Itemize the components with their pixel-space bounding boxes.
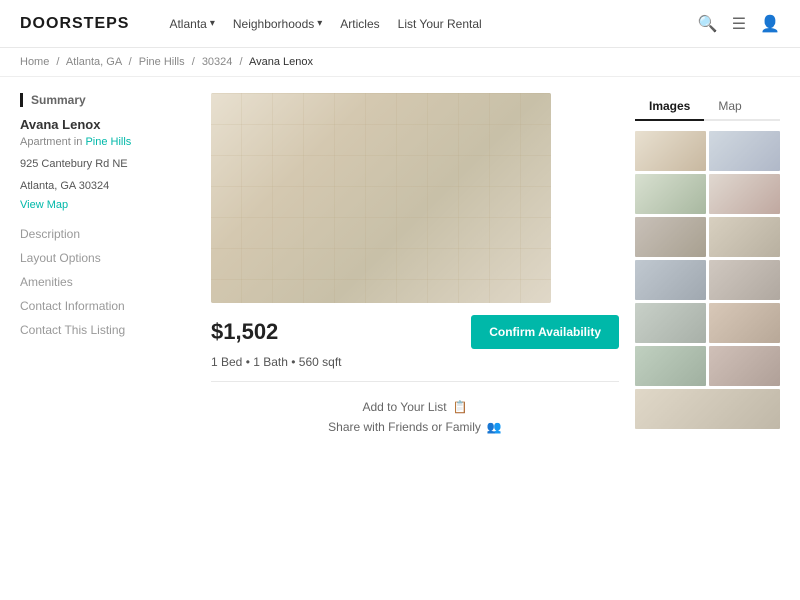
divider-1 [211, 381, 619, 382]
brand-logo[interactable]: DOORSTEPS [20, 15, 129, 33]
thumbnail-12[interactable] [709, 346, 780, 386]
nav-link-atlanta[interactable]: Atlanta [169, 17, 214, 31]
gallery-panel: Images Map [635, 93, 780, 442]
thumbnail-grid [635, 131, 780, 429]
thumbnail-10[interactable] [709, 303, 780, 343]
sidebar-nav-description[interactable]: Description [20, 227, 179, 241]
thumbnail-2[interactable] [709, 131, 780, 171]
property-address-line1: 925 Cantebury Rd NE [20, 156, 179, 174]
sidebar-nav: Description Layout Options Amenities Con… [20, 227, 179, 337]
thumbnail-wide[interactable] [635, 389, 780, 429]
tab-images[interactable]: Images [635, 93, 704, 121]
view-map-link[interactable]: View Map [20, 199, 179, 211]
property-type-link[interactable]: Pine Hills [85, 136, 131, 148]
menu-icon[interactable]: ☰ [732, 14, 746, 34]
sidebar: Summary Avana Lenox Apartment in Pine Hi… [20, 93, 195, 442]
breadcrumb-zip[interactable]: 30324 [202, 56, 233, 68]
add-list-icon: 📋 [453, 400, 468, 414]
breadcrumb-home[interactable]: Home [20, 56, 49, 68]
main-content: $1,502 Confirm Availability 1 Bed • 1 Ba… [195, 93, 635, 442]
content-area: Summary Avana Lenox Apartment in Pine Hi… [0, 77, 800, 458]
property-price: $1,502 [211, 319, 278, 345]
property-details: 1 Bed • 1 Bath • 560 sqft [211, 355, 619, 369]
thumbnail-3[interactable] [635, 174, 706, 214]
thumbnail-9[interactable] [635, 303, 706, 343]
thumbnail-5[interactable] [635, 217, 706, 257]
breadcrumb-atlanta[interactable]: Atlanta, GA [66, 56, 122, 68]
property-type: Apartment in Pine Hills [20, 136, 179, 148]
search-icon[interactable]: 🔍 [698, 14, 718, 34]
nav-link-neighborhoods[interactable]: Neighborhoods [233, 17, 322, 31]
nav-links: Atlanta Neighborhoods Articles List Your… [169, 17, 697, 31]
breadcrumb-current: Avana Lenox [249, 56, 313, 68]
share-link[interactable]: Share with Friends or Family 👥 [328, 420, 502, 434]
main-image-placeholder [211, 93, 551, 303]
breadcrumb: Home / Atlanta, GA / Pine Hills / 30324 … [0, 48, 800, 77]
confirm-availability-button[interactable]: Confirm Availability [471, 315, 619, 349]
sidebar-nav-contact-info[interactable]: Contact Information [20, 299, 179, 313]
nav-link-articles[interactable]: Articles [340, 17, 379, 31]
gallery-tabs: Images Map [635, 93, 780, 121]
thumbnail-4[interactable] [709, 174, 780, 214]
thumbnail-8[interactable] [709, 260, 780, 300]
sidebar-nav-contact-listing[interactable]: Contact This Listing [20, 323, 179, 337]
sidebar-nav-layout[interactable]: Layout Options [20, 251, 179, 265]
sidebar-section-title: Summary [20, 93, 179, 107]
tab-map[interactable]: Map [704, 93, 755, 121]
share-icon: 👥 [487, 420, 502, 434]
thumbnail-1[interactable] [635, 131, 706, 171]
tile-pattern-overlay [211, 93, 551, 303]
account-icon[interactable]: 👤 [760, 14, 780, 34]
breadcrumb-pine-hills[interactable]: Pine Hills [139, 56, 185, 68]
property-name: Avana Lenox [20, 117, 179, 132]
property-address-line2: Atlanta, GA 30324 [20, 178, 179, 196]
pricing-row: $1,502 Confirm Availability [211, 315, 619, 349]
thumbnail-6[interactable] [709, 217, 780, 257]
thumbnail-7[interactable] [635, 260, 706, 300]
add-to-list-link[interactable]: Add to Your List 📋 [362, 400, 467, 414]
sidebar-nav-amenities[interactable]: Amenities [20, 275, 179, 289]
navbar: DOORSTEPS Atlanta Neighborhoods Articles… [0, 0, 800, 48]
nav-link-list-rental[interactable]: List Your Rental [398, 17, 482, 31]
nav-icons: 🔍 ☰ 👤 [698, 14, 780, 34]
main-image [211, 93, 551, 303]
action-links: Add to Your List 📋 Share with Friends or… [211, 392, 619, 442]
thumbnail-11[interactable] [635, 346, 706, 386]
